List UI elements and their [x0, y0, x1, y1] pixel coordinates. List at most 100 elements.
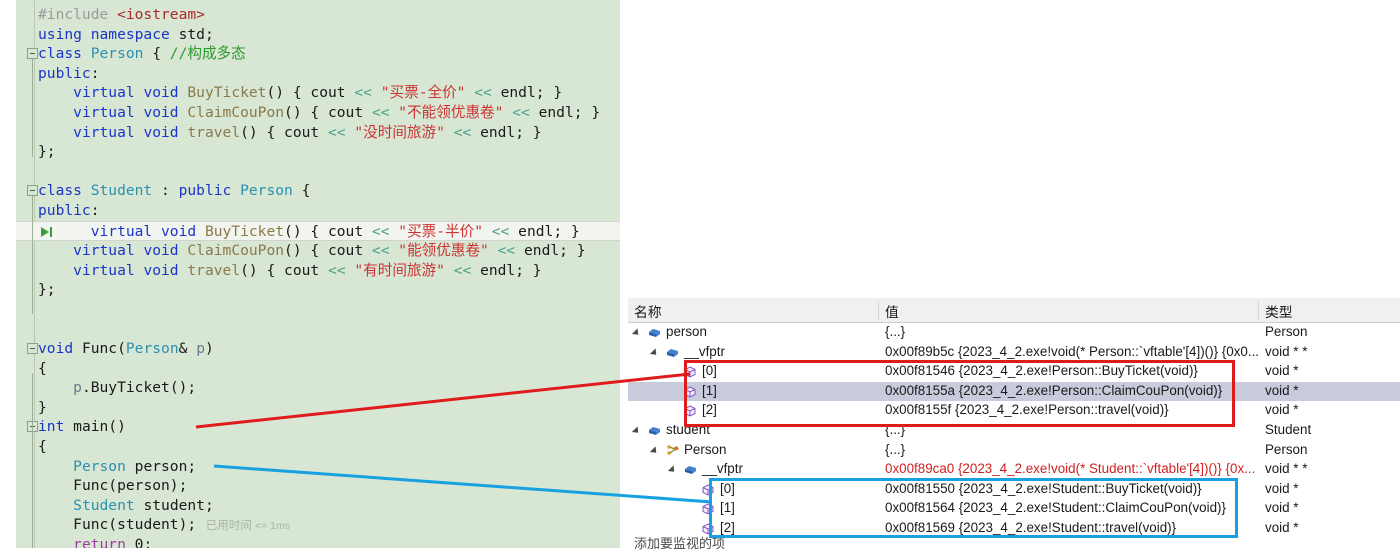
watch-row-name[interactable]: Person	[684, 442, 726, 457]
watch-row[interactable]: [1] 0x00f8155a {2023_4_2.exe!Person::Clai…	[628, 381, 1400, 402]
array-element-cube-icon	[702, 484, 714, 496]
code-line[interactable]: p.BuyTicket();	[16, 378, 620, 398]
watch-row-value[interactable]: 0x00f89ca0 {2023_4_2.exe!void(* Student:…	[885, 461, 1255, 476]
code-token: ; }	[535, 84, 563, 102]
code-line[interactable]: int main()	[16, 417, 620, 437]
expander-triangle-icon[interactable]	[631, 426, 642, 436]
watch-row[interactable]: [0] 0x00f81550 {2023_4_2.exe!Student::Buy…	[628, 480, 1400, 500]
watch-row-value[interactable]: 0x00f8155f {2023_4_2.exe!Person::travel(…	[885, 402, 1169, 417]
watch-row-name[interactable]: [0]	[720, 481, 735, 496]
code-token: Student	[73, 496, 135, 514]
code-line[interactable]: #include <iostream>	[16, 5, 620, 25]
watch-row-type: Person	[1265, 441, 1308, 457]
watch-row-value[interactable]: 0x00f8155a {2023_4_2.exe!Person::ClaimCo…	[885, 383, 1222, 398]
column-divider-name-value[interactable]	[878, 301, 879, 320]
code-lines[interactable]: #include <iostream> using namespace std; c…	[16, 5, 620, 548]
expander-triangle-icon[interactable]	[649, 445, 660, 456]
code-line[interactable]: using namespace std;	[16, 25, 620, 45]
expander-triangle-icon[interactable]	[667, 465, 678, 475]
watch-row-name[interactable]: [1]	[702, 383, 717, 398]
code-token: () {	[284, 242, 328, 260]
code-token: };	[38, 143, 56, 161]
code-token: virtual void	[73, 123, 188, 141]
watch-row-name[interactable]: [2]	[702, 402, 717, 417]
code-line[interactable]	[16, 320, 620, 340]
code-line[interactable]: public:	[16, 64, 620, 84]
watch-row[interactable]: student {...} Student	[628, 421, 1400, 441]
code-line[interactable]: Student student;	[16, 496, 620, 516]
fold-collapse-icon[interactable]	[27, 185, 38, 197]
watch-row-name[interactable]: __vfptr	[684, 344, 725, 359]
code-token: virtual void	[73, 261, 188, 279]
code-line[interactable]: virtual void BuyTicket() { cout << "买票-全…	[16, 83, 620, 103]
watch-row-value[interactable]: {...}	[885, 324, 905, 339]
code-line[interactable]: {	[16, 437, 620, 457]
fold-collapse-icon[interactable]	[27, 343, 38, 355]
run-to-cursor-icon[interactable]	[40, 225, 54, 239]
column-header-type[interactable]: 类型	[1265, 301, 1293, 321]
code-line[interactable]: };	[16, 142, 620, 162]
expander-triangle-icon[interactable]	[631, 328, 642, 338]
fold-collapse-icon[interactable]	[27, 48, 38, 60]
column-header-value[interactable]: 值	[885, 301, 899, 321]
watch-row-name[interactable]: [0]	[702, 363, 717, 378]
watch-row[interactable]: __vfptr 0x00f89b5c {2023_4_2.exe!void(* P…	[628, 343, 1400, 363]
watch-row-type: void *	[1265, 363, 1299, 379]
code-line[interactable]: virtual void ClaimCouPon() { cout << "不能…	[16, 103, 620, 123]
watch-row[interactable]: [0] 0x00f81546 {2023_4_2.exe!Person::BuyT…	[628, 362, 1400, 382]
code-line[interactable]: }	[16, 398, 620, 418]
code-token: () {	[284, 222, 328, 240]
code-token: cout	[284, 123, 320, 141]
watch-row-value[interactable]: 0x00f81569 {2023_4_2.exe!Student::travel…	[885, 520, 1176, 535]
code-line[interactable]: Func(student); 已用时间 <= 1ms	[16, 515, 620, 535]
code-line[interactable]: {	[16, 359, 620, 379]
watch-row-name[interactable]: [1]	[720, 500, 735, 515]
code-token: 0;	[134, 536, 153, 548]
code-line[interactable]	[16, 162, 620, 182]
watch-row[interactable]: [1] 0x00f81564 {2023_4_2.exe!Student::Cla…	[628, 499, 1400, 519]
code-line[interactable]: virtual void BuyTicket() { cout << "买票-半…	[16, 220, 620, 242]
watch-row[interactable]: __vfptr 0x00f89ca0 {2023_4_2.exe!void(* S…	[628, 460, 1400, 480]
watch-row-value[interactable]: {...}	[885, 442, 905, 457]
elapsed-time-value: <= 1ms	[254, 520, 290, 533]
watch-row[interactable]: [2] 0x00f8155f {2023_4_2.exe!Person::trav…	[628, 401, 1400, 421]
code-line[interactable]: public:	[16, 201, 620, 221]
code-line[interactable]: Person person;	[16, 457, 620, 477]
watch-row[interactable]: Person {...} Person	[628, 441, 1400, 461]
watch-row-value[interactable]: 0x00f89b5c {2023_4_2.exe!void(* Person::…	[885, 344, 1259, 359]
column-header-name[interactable]: 名称	[634, 301, 662, 321]
watch-row-value[interactable]: 0x00f81564 {2023_4_2.exe!Student::ClaimC…	[885, 500, 1226, 515]
code-line[interactable]: return 0;	[16, 535, 620, 548]
code-line[interactable]: Func(person);	[16, 476, 620, 496]
column-divider-value-type[interactable]	[1258, 301, 1259, 320]
elapsed-time-label: 已用时间	[205, 520, 252, 533]
code-token: <<	[363, 103, 399, 121]
watch-row[interactable]: [2] 0x00f81569 {2023_4_2.exe!Student::tra…	[628, 519, 1400, 539]
watch-row-value[interactable]: {...}	[885, 422, 905, 437]
code-token: p	[196, 340, 205, 358]
watch-row[interactable]: person {...} Person	[628, 323, 1400, 343]
watch-rows[interactable]: person {...} Person __vfptr 0x00f89b5c {2023…	[628, 323, 1400, 539]
expander-triangle-icon[interactable]	[649, 347, 660, 358]
code-line[interactable]: class Student : public Person {	[16, 181, 620, 201]
code-token: () {	[240, 123, 285, 141]
code-line[interactable]: virtual void ClaimCouPon() { cout << "能领…	[16, 241, 620, 261]
code-token: class	[38, 45, 91, 63]
watch-row-name[interactable]: __vfptr	[702, 461, 743, 476]
watch-column-header: 名称 值 类型	[628, 298, 1400, 323]
watch-add-item-prompt[interactable]: 添加要监视的项	[634, 533, 725, 552]
watch-row-value[interactable]: 0x00f81550 {2023_4_2.exe!Student::BuyTic…	[885, 481, 1202, 496]
watch-row-value[interactable]: 0x00f81546 {2023_4_2.exe!Person::BuyTick…	[885, 363, 1198, 378]
code-line[interactable]: virtual void travel() { cout << "没时间旅游" …	[16, 123, 620, 143]
code-line[interactable]	[16, 300, 620, 320]
watch-row-name[interactable]: student	[666, 422, 710, 437]
code-line[interactable]: };	[16, 280, 620, 300]
code-editor[interactable]: #include <iostream> using namespace std; c…	[16, 0, 620, 548]
code-line[interactable]: class Person { //构成多态	[16, 44, 620, 64]
code-line[interactable]: void Func(Person& p)	[16, 339, 620, 359]
debugger-watch-panel[interactable]: 名称 值 类型 person {...} Person __vfptr 0x00f89b…	[628, 298, 1400, 558]
watch-row-name[interactable]: person	[666, 324, 707, 339]
code-line[interactable]: virtual void travel() { cout << "有时间旅游" …	[16, 261, 620, 281]
